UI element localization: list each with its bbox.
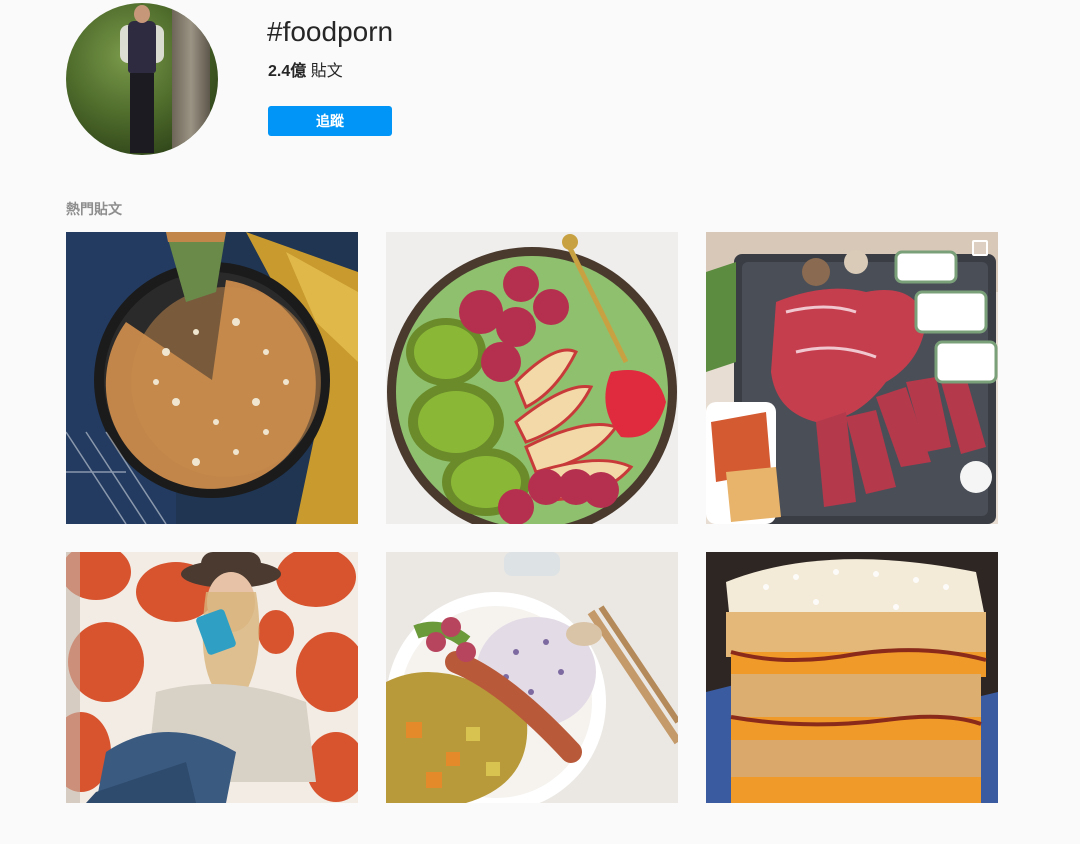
post-tile-korean-bbq[interactable] <box>706 232 998 524</box>
post-tile-smoothie-bowl[interactable] <box>386 232 678 524</box>
top-posts-heading: 熱門貼文 <box>66 201 122 217</box>
post-tile-curry-rice[interactable] <box>386 552 678 844</box>
hashtag-title: #foodporn <box>267 16 394 47</box>
post-tile-cake[interactable] <box>66 232 358 524</box>
post-count-label: 貼文 <box>310 63 343 80</box>
post-count-value: 2.4億 <box>268 63 307 80</box>
hashtag-avatar <box>66 3 218 155</box>
post-tile-woman-snack[interactable] <box>66 552 358 844</box>
post-tile-cheese-sandwich[interactable] <box>706 552 998 844</box>
post-count: 2.4億 貼文 <box>268 57 343 81</box>
multiple-posts-icon <box>972 240 988 256</box>
follow-button[interactable]: 追蹤 <box>268 106 392 136</box>
